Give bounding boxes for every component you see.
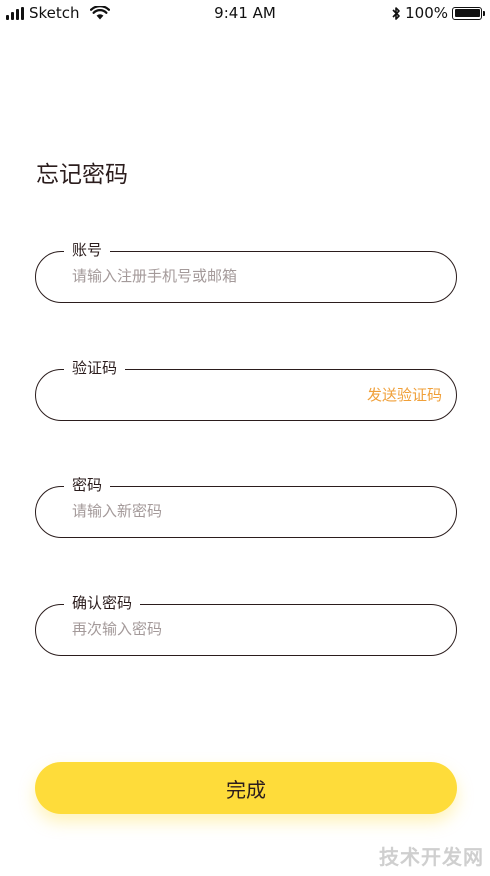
confirm-password-label: 确认密码: [64, 593, 141, 613]
status-right: 100%: [391, 4, 485, 22]
submit-button[interactable]: 完成: [35, 762, 457, 814]
password-input[interactable]: [72, 498, 436, 524]
battery-icon: [452, 6, 485, 20]
verification-code-input[interactable]: [72, 383, 346, 409]
confirm-password-field: 确认密码: [35, 593, 457, 656]
password-label: 密码: [64, 475, 111, 495]
battery-percent: 100%: [405, 4, 448, 22]
battery-fill: [454, 9, 480, 17]
verification-code-field: 验证码 发送验证码: [35, 358, 457, 421]
confirm-password-input[interactable]: [72, 616, 436, 642]
send-code-button[interactable]: 发送验证码: [367, 384, 442, 405]
status-bar: Sketch 9:41 AM 100%: [0, 0, 490, 26]
account-input[interactable]: [72, 263, 436, 289]
account-field: 账号: [35, 240, 457, 303]
verification-code-label: 验证码: [64, 358, 126, 378]
account-label: 账号: [64, 240, 111, 260]
bluetooth-icon: [392, 6, 400, 20]
password-field: 密码: [35, 475, 457, 538]
watermark: 技术开发网: [379, 845, 484, 869]
page-title: 忘记密码: [36, 162, 128, 188]
